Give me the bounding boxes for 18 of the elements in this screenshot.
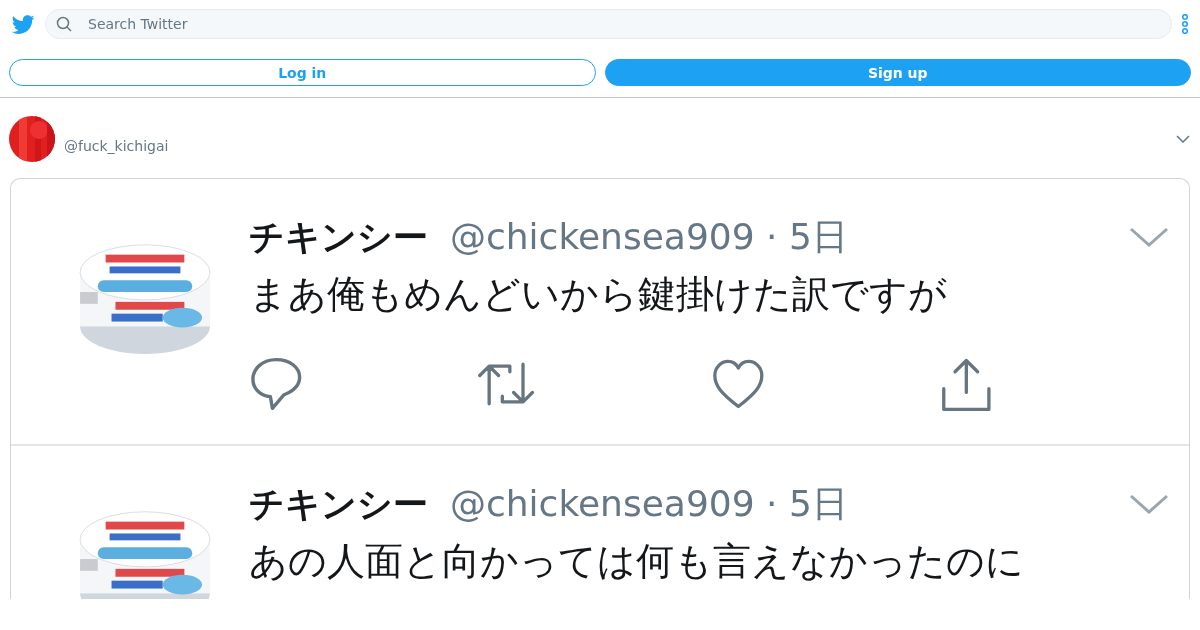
bird-logo-icon bbox=[12, 14, 35, 34]
display-name: チキンシー bbox=[249, 482, 428, 526]
user-handle[interactable]: @fuck_kichigai bbox=[64, 137, 1167, 154]
search-input[interactable]: Search Twitter bbox=[86, 15, 1171, 33]
tweet-text: まあ俺もめんどいから鍵掛けた訳ですが bbox=[249, 271, 948, 318]
reply-icon bbox=[249, 355, 304, 413]
sign-up-button[interactable]: Sign up bbox=[604, 59, 1191, 86]
search-field[interactable]: Search Twitter bbox=[45, 9, 1172, 39]
tweet-text: あの人面と向かっては何も言えなかったのに bbox=[249, 538, 1025, 585]
more-menu-icon bbox=[1182, 14, 1188, 34]
handle-and-time: @chickensea909 · 5日 bbox=[450, 214, 849, 259]
chevron-down-icon bbox=[1129, 494, 1169, 514]
chevron-down-icon bbox=[1176, 134, 1190, 143]
log-in-button[interactable]: Log in bbox=[9, 59, 596, 86]
chevron-down-icon bbox=[1129, 227, 1169, 247]
handle-and-time: @chickensea909 · 5日 bbox=[450, 481, 849, 526]
search-icon bbox=[56, 16, 72, 32]
display-name: チキンシー bbox=[249, 215, 428, 259]
